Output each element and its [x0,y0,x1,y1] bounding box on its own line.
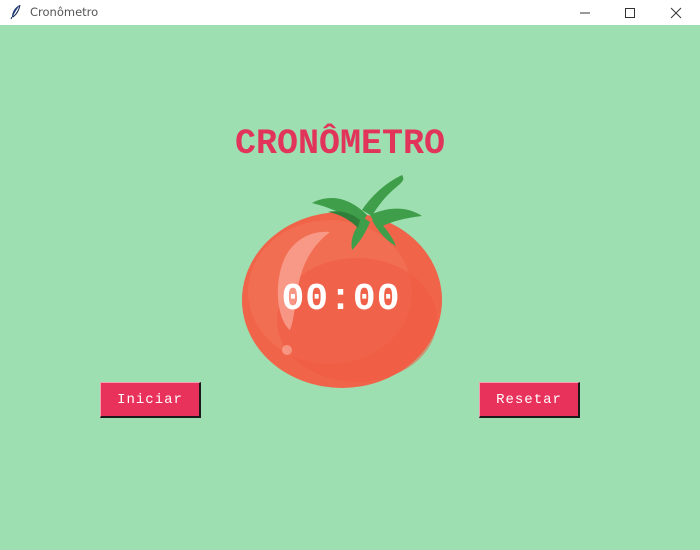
window-title: Cronômetro [30,5,99,19]
main-canvas: CRONÔMETRO 00:00 Iniciar Resetar [0,25,700,550]
feather-icon [10,4,21,20]
close-button[interactable] [653,0,699,25]
minimize-button[interactable] [562,0,608,25]
reset-button[interactable]: Resetar [479,382,580,418]
maximize-icon [625,7,635,18]
close-icon [670,7,682,18]
timer-display: 00:00 [281,278,401,321]
maximize-button[interactable] [607,0,653,25]
start-button[interactable]: Iniciar [100,382,201,418]
page-title: CRONÔMETRO [234,124,446,164]
app-window: Cronômetro CRONÔMETRO 00:00 Iniciar Rese… [0,0,700,550]
minimize-icon [580,12,590,13]
title-bar[interactable]: Cronômetro [0,0,700,25]
